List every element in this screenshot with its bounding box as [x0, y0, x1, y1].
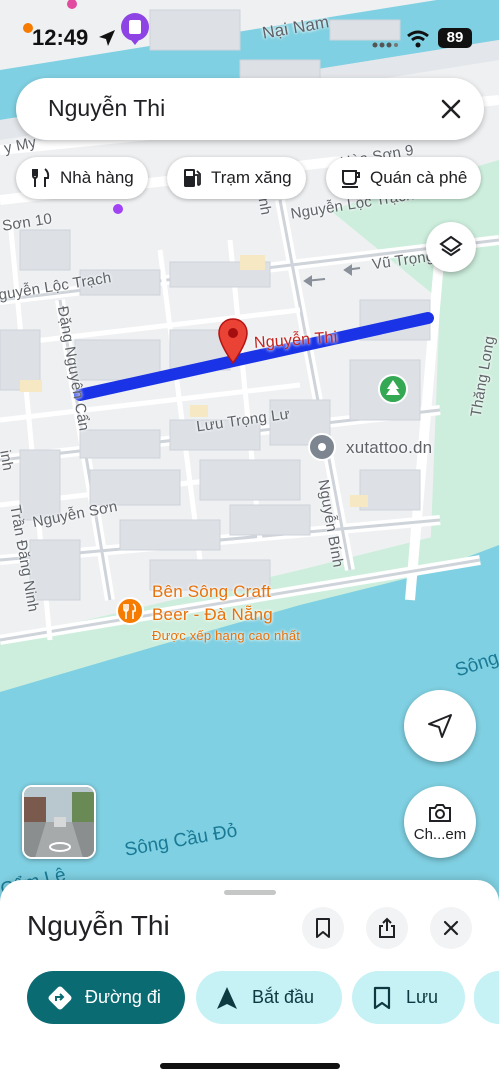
poi-label-line1[interactable]: Bên Sông Craft	[152, 582, 271, 602]
place-title: Nguyễn Thi	[27, 910, 170, 941]
live-view-button[interactable]: Ch...em	[404, 786, 476, 858]
layers-icon	[439, 235, 463, 257]
wifi-icon	[407, 30, 429, 48]
start-label: Bắt đầu	[252, 987, 315, 1007]
my-location-button[interactable]	[404, 690, 476, 762]
directions-label: Đường đi	[85, 987, 161, 1007]
poi-pin-icon[interactable]	[308, 433, 336, 466]
poi-label-line2[interactable]: Beer - Đà Nẵng	[152, 605, 273, 625]
movie-app-icon	[121, 13, 149, 45]
search-query[interactable]: Nguyễn Thi	[48, 95, 165, 122]
close-sheet-button[interactable]	[430, 907, 472, 949]
location-pin-icon[interactable]	[218, 318, 248, 369]
navigation-arrow-icon	[428, 714, 452, 738]
chip-gas-stations[interactable]: Trạm xăng	[167, 157, 306, 199]
chip-label: Nhà hàng	[60, 168, 134, 187]
home-indicator[interactable]	[160, 1063, 340, 1069]
save-button[interactable]: Lưu	[352, 971, 465, 1024]
layers-button[interactable]	[426, 222, 476, 272]
search-bar[interactable]: Nguyễn Thi	[16, 78, 484, 140]
restaurant-pin-icon[interactable]	[116, 597, 144, 630]
camera-icon	[429, 803, 451, 822]
gas-station-icon	[184, 169, 201, 187]
place-sheet[interactable]: Nguyễn Thi Đường đi Bắt đầu Lưu	[0, 880, 499, 1080]
chip-label: Quán cà phê	[370, 168, 468, 187]
chip-label: Trạm xăng	[211, 168, 292, 187]
poi-sublabel: Được xếp hạng cao nhất	[152, 628, 301, 643]
live-view-label: Ch...em	[413, 825, 467, 843]
coffee-cup-icon	[342, 170, 360, 188]
chip-restaurants[interactable]: Nhà hàng	[16, 157, 148, 199]
share-button[interactable]	[366, 907, 408, 949]
more-actions-button[interactable]	[474, 971, 499, 1024]
street-view-rotate-icon	[49, 842, 71, 852]
chip-cafes[interactable]: Quán cà phê	[326, 157, 482, 199]
directions-icon	[48, 986, 72, 1009]
battery-indicator: 89	[438, 28, 472, 48]
location-arrow-icon	[99, 30, 115, 46]
poi-label-xutattoo[interactable]: xutattoo.dn	[346, 438, 432, 458]
cellular-signal-icon	[372, 42, 398, 48]
fork-knife-icon	[32, 168, 50, 187]
park-pin-icon[interactable]	[378, 374, 408, 409]
bookmark-icon	[373, 986, 391, 1009]
save-label: Lưu	[406, 987, 439, 1007]
share-icon	[379, 917, 395, 938]
directions-button[interactable]: Đường đi	[27, 971, 185, 1024]
street-view-thumbnail[interactable]	[22, 785, 96, 859]
navigation-arrow-icon	[217, 986, 237, 1009]
category-chips: Nhà hàng Trạm xăng Quán cà phê	[0, 157, 499, 201]
sheet-grabber[interactable]	[224, 890, 276, 895]
close-icon	[443, 920, 459, 936]
save-icon-button[interactable]	[302, 907, 344, 949]
status-time: 12:49	[32, 25, 89, 50]
bookmark-icon	[316, 918, 330, 938]
status-bar: 12:49 89	[0, 0, 499, 70]
start-button[interactable]: Bắt đầu	[196, 971, 342, 1024]
close-icon[interactable]	[438, 96, 464, 122]
